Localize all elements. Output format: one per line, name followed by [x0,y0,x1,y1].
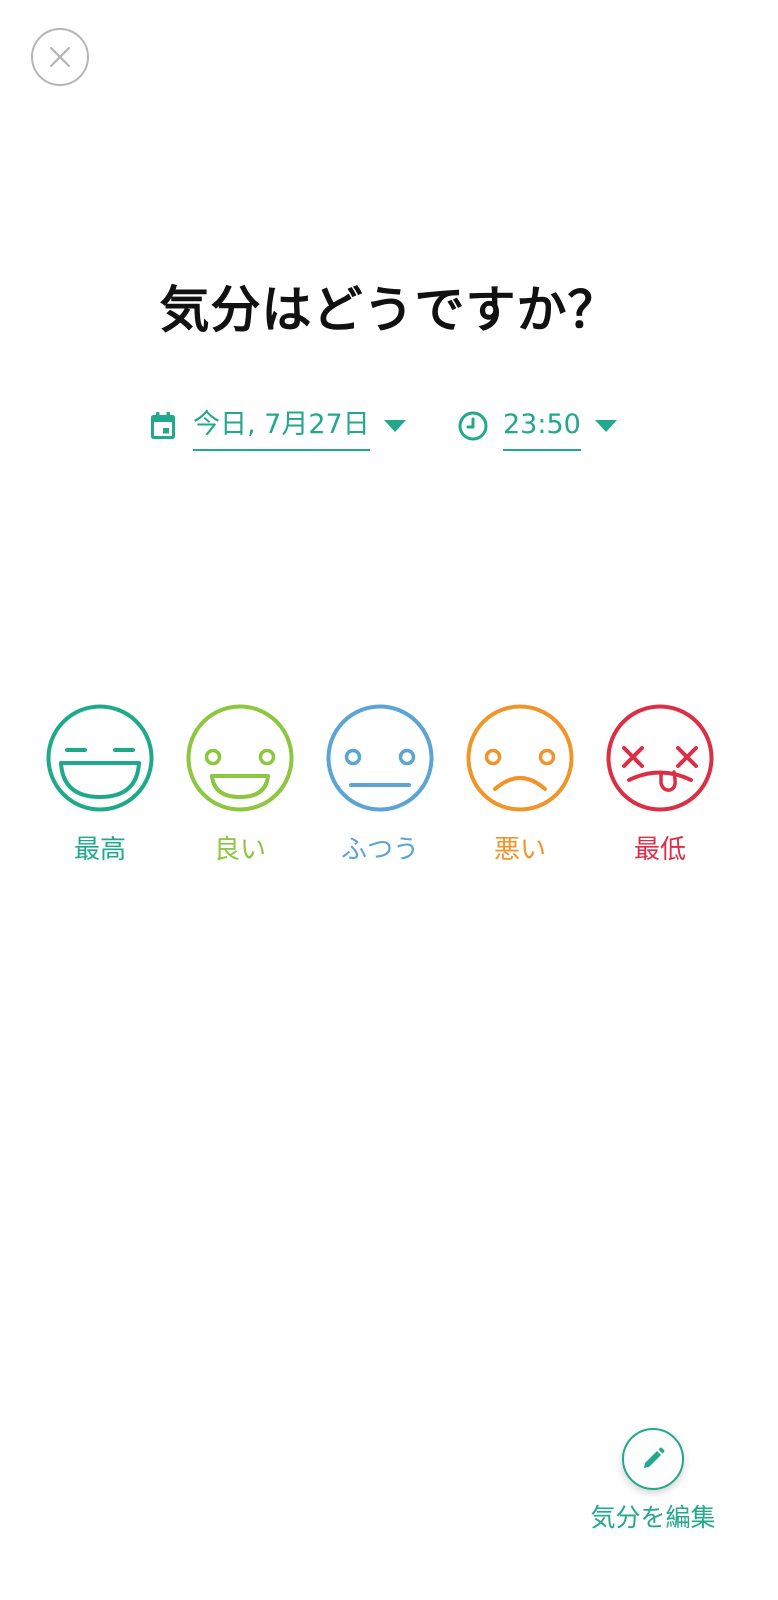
mood-label: 良い [213,835,266,865]
clock-icon [456,409,490,443]
neutral-face-icon [326,704,434,812]
time-picker[interactable]: 23:50 [456,400,617,452]
mood-option-neutral[interactable]: ふつう [325,703,435,867]
chevron-down-icon [383,420,406,432]
mood-label: 最高 [73,835,126,865]
mood-option-good[interactable]: 良い [185,703,295,867]
date-value: 今日, 7月27日 [193,409,370,451]
mood-label: 最低 [633,835,686,865]
sad-face-icon [466,704,574,812]
pencil-icon [644,1447,665,1468]
page-title: 気分はどうですか？ [159,281,619,339]
close-icon [49,46,71,68]
chevron-down-icon [594,420,617,432]
edit-moods-button[interactable]: 気分を編集 [580,1428,726,1534]
edit-moods-label: 気分を編集 [590,1503,716,1532]
mood-option-best[interactable]: 最高 [45,703,155,867]
laughing-face-icon [46,704,154,812]
time-value: 23:50 [503,409,581,451]
mood-option-bad[interactable]: 悪い [465,703,575,867]
mood-selector: 最高 良い ふつう 悪い 最低 [0,703,778,883]
date-picker[interactable]: 今日, 7月27日 [146,400,406,452]
mood-option-worst[interactable]: 最低 [605,703,715,867]
edit-moods-circle[interactable] [622,1428,684,1490]
smiling-face-icon [186,704,294,812]
close-button[interactable] [31,28,89,86]
dizzy-face-icon [606,704,714,812]
mood-label: 悪い [493,835,546,865]
calendar-icon [146,409,180,443]
mood-label: ふつう [340,835,419,865]
